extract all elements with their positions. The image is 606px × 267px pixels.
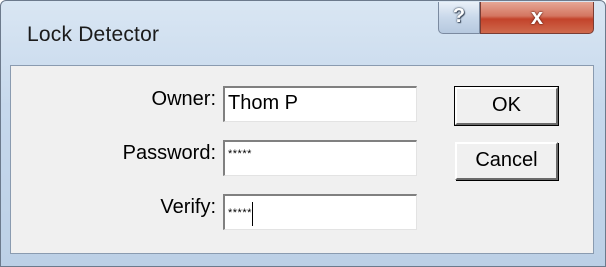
window-title: Lock Detector — [27, 23, 160, 46]
help-button[interactable]: ? — [438, 2, 480, 34]
close-button[interactable]: x — [480, 2, 594, 34]
title-bar[interactable]: Lock Detector ? x — [1, 1, 605, 65]
dialog-window: Lock Detector ? x Owner: Thom P Password… — [0, 0, 606, 267]
verify-input[interactable]: ***** — [223, 194, 417, 230]
close-icon: x — [530, 4, 544, 29]
cancel-button[interactable]: Cancel — [455, 142, 558, 180]
help-icon: ? — [452, 5, 466, 27]
dialog-body: Owner: Thom P Password: ***** Verify: **… — [10, 65, 594, 254]
owner-value: Thom P — [228, 92, 299, 114]
password-label: Password: — [122, 142, 216, 164]
ok-button[interactable]: OK — [454, 86, 559, 126]
verify-label: Verify: — [160, 196, 216, 218]
password-value: ***** — [228, 148, 252, 160]
verify-value: ***** — [228, 207, 252, 219]
owner-input[interactable]: Thom P — [223, 86, 417, 122]
owner-label: Owner: — [151, 88, 216, 110]
password-input[interactable]: ***** — [223, 140, 417, 176]
text-caret — [251, 202, 253, 226]
